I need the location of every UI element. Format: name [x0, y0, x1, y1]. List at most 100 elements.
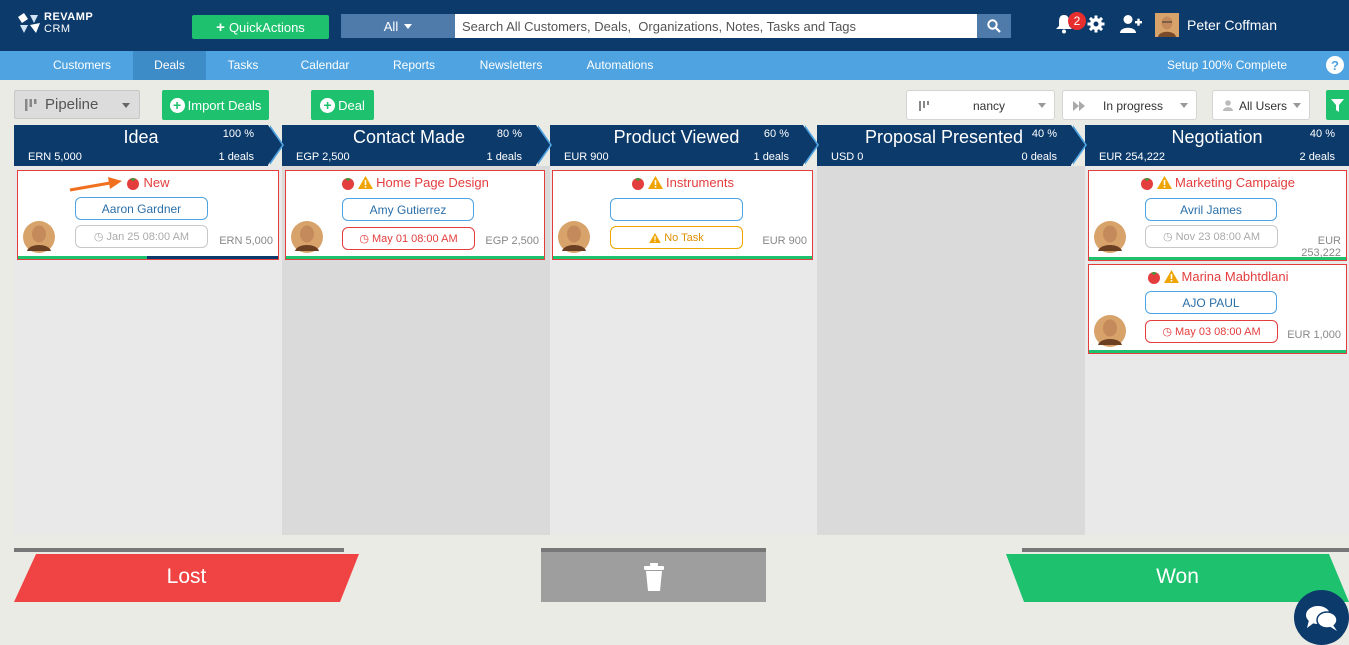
deal-progress-bar [1089, 350, 1346, 353]
task-date-pill[interactable]: ◷ Nov 23 08:00 AM [1145, 225, 1278, 248]
won-drop-zone[interactable]: Won [1006, 548, 1349, 602]
setup-status[interactable]: Setup 100% Complete [1167, 51, 1287, 80]
fast-forward-icon [1073, 101, 1085, 111]
deal-title-label: Marina Mabhtdlani [1181, 269, 1289, 284]
clock-icon: ◷ [1163, 231, 1173, 243]
contact-pill[interactable]: AJO PAUL [1145, 291, 1277, 314]
stage-deal-count: 0 deals [1021, 151, 1057, 163]
status-filter-select[interactable]: In progress [1062, 90, 1197, 120]
stage-amount: USD 0 [831, 151, 864, 163]
nav-customers[interactable]: Customers [46, 51, 118, 80]
search-category-select[interactable]: All [341, 14, 455, 38]
contact-avatar [1094, 221, 1126, 253]
help-icon[interactable]: ? [1326, 56, 1344, 74]
deal-card[interactable]: Home Page Design Amy Gutierrez ◷ May 01 … [285, 170, 545, 260]
nav-reports[interactable]: Reports [384, 51, 444, 80]
deal-title[interactable]: Marketing Campaige [1089, 175, 1346, 190]
stage-deal-count: 1 deals [218, 151, 254, 163]
nav-newsletters[interactable]: Newsletters [471, 51, 551, 80]
chevron-down-icon [404, 23, 413, 29]
tomato-icon [342, 177, 355, 190]
stage-arrow [1071, 125, 1085, 165]
trash-icon [643, 563, 664, 591]
contact-avatar [1094, 315, 1126, 347]
task-date-label: May 03 08:00 AM [1175, 325, 1261, 338]
deal-card[interactable]: Marina Mabhtdlani AJO PAUL ◷ May 03 08:0… [1088, 264, 1347, 354]
contact-pill[interactable] [610, 198, 743, 221]
tomato-icon [127, 177, 140, 190]
contact-pill[interactable]: Avril James [1145, 198, 1277, 221]
stage-arrow [803, 125, 817, 165]
quick-actions-button[interactable]: + QuickActions [192, 15, 329, 39]
task-date-label: Nov 23 08:00 AM [1175, 230, 1260, 243]
add-deal-label: Deal [338, 97, 365, 113]
global-search-input[interactable] [455, 14, 977, 38]
logo-icon [18, 13, 40, 33]
logo-subtext: CRM [44, 23, 71, 35]
users-filter-select[interactable]: All Users [1212, 90, 1310, 120]
tomato-icon [632, 177, 645, 190]
stage-percent: 40 % [1031, 128, 1057, 140]
deal-progress-bar [1089, 257, 1346, 260]
tomato-icon [1141, 177, 1154, 190]
chevron-down-icon [1293, 103, 1301, 108]
import-deals-label: Import Deals [187, 97, 262, 113]
deal-card[interactable]: Marketing Campaige Avril James ◷ Nov 23 … [1088, 170, 1347, 261]
deal-title[interactable]: Home Page Design [286, 175, 544, 190]
nav-calendar[interactable]: Calendar [293, 51, 357, 80]
deal-card[interactable]: New Aaron Gardner ◷ Jan 25 08:00 AM ERN … [17, 170, 279, 260]
no-task-pill[interactable]: No Task [610, 226, 743, 249]
deal-amount: EUR 253,222 [1301, 235, 1341, 259]
logo-text: REVAMP [44, 11, 94, 23]
delete-drop-zone[interactable] [541, 548, 766, 602]
stage-amount: EUR 254,222 [1099, 151, 1166, 163]
stage-header-product-viewed: Product Viewed 60 % EUR 900 1 deals [550, 125, 819, 166]
add-deal-button[interactable]: + Deal [311, 90, 374, 120]
lost-label: Lost [166, 565, 207, 588]
deal-title-label: New [143, 175, 170, 190]
nav-tasks[interactable]: Tasks [218, 51, 268, 80]
plus-circle-icon: + [169, 97, 185, 113]
stage-deal-count: 2 deals [1299, 151, 1335, 163]
nav-deals[interactable]: Deals [133, 51, 206, 80]
chevron-down-icon [122, 103, 130, 108]
contact-pill[interactable]: Aaron Gardner [75, 197, 208, 220]
task-date-label: May 01 08:00 AM [372, 232, 458, 245]
import-deals-button[interactable]: + Import Deals [162, 90, 269, 120]
warning-icon [649, 232, 661, 243]
pipeline-icon [919, 101, 929, 111]
pipeline-view-select[interactable]: Pipeline [14, 90, 140, 119]
stage-header-negotiation: Negotiation 40 % EUR 254,222 2 deals [1085, 125, 1349, 166]
notification-badge: 2 [1068, 12, 1086, 30]
warning-icon [1157, 176, 1173, 189]
clock-icon: ◷ [359, 233, 369, 245]
deal-title-label: Instruments [666, 175, 734, 190]
add-user-icon[interactable] [1120, 14, 1142, 34]
search-button[interactable] [977, 14, 1011, 38]
user-avatar[interactable] [1155, 13, 1179, 37]
contact-pill[interactable]: Amy Gutierrez [342, 198, 474, 221]
search-category-label: All [383, 18, 399, 34]
deal-title[interactable]: Marina Mabhtdlani [1089, 269, 1346, 284]
deal-amount: EUR 1,000 [1287, 329, 1341, 341]
pipeline-icon [25, 98, 37, 111]
revamp-crm-logo[interactable]: REVAMP CRM [16, 10, 106, 40]
chat-button[interactable] [1294, 590, 1349, 645]
lost-drop-zone[interactable]: Lost [14, 548, 359, 602]
deal-card[interactable]: Instruments No Task EUR 900 [552, 170, 813, 260]
task-date-pill[interactable]: ◷ May 03 08:00 AM [1145, 320, 1278, 343]
owner-filter-select[interactable]: nancy [906, 90, 1055, 120]
clock-icon: ◷ [1162, 326, 1172, 338]
nav-automations[interactable]: Automations [580, 51, 660, 80]
user-name[interactable]: Peter Coffman [1187, 17, 1277, 33]
stage-header-proposal-presented: Proposal Presented 40 % USD 0 0 deals [817, 125, 1087, 166]
deal-progress-remaining [147, 256, 278, 259]
task-date-pill[interactable]: ◷ Jan 25 08:00 AM [75, 225, 208, 248]
stage-header-idea: Idea 100 % ERN 5,000 1 deals [14, 125, 284, 166]
filter-button[interactable] [1326, 90, 1349, 120]
stage-header-contact-made: Contact Made 80 % EGP 2,500 1 deals [282, 125, 552, 166]
deal-title[interactable]: Instruments [553, 175, 812, 190]
task-date-pill[interactable]: ◷ May 01 08:00 AM [342, 227, 475, 250]
gear-icon[interactable] [1087, 15, 1105, 33]
deal-title[interactable]: New [18, 175, 278, 190]
